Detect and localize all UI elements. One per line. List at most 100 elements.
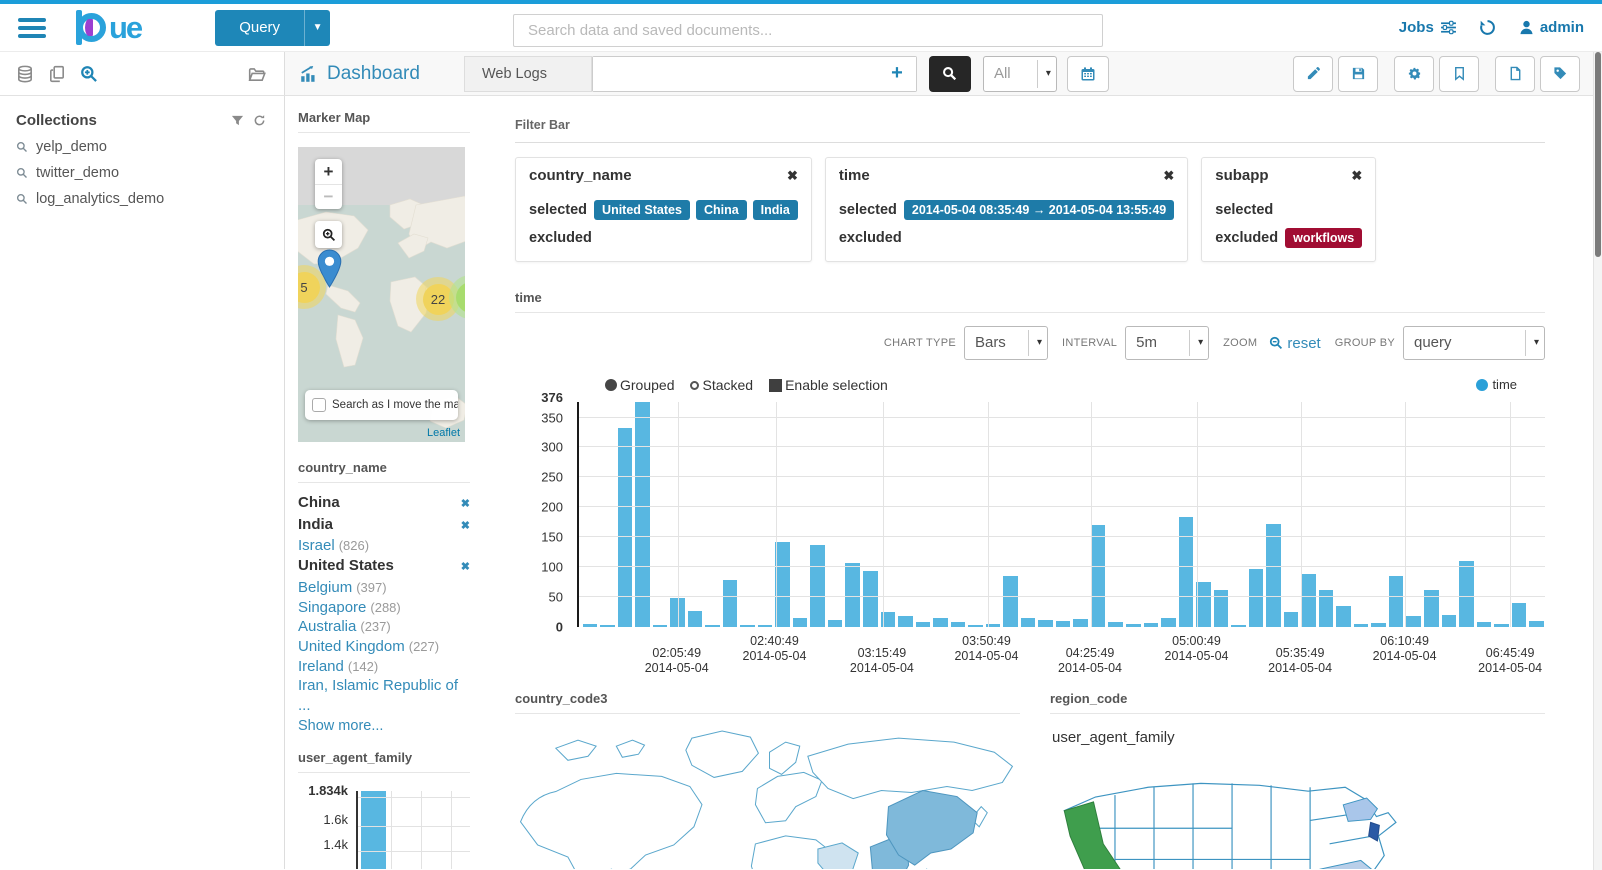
page-scrollbar[interactable] bbox=[1593, 52, 1602, 870]
time-bar[interactable] bbox=[635, 402, 650, 627]
us-map[interactable] bbox=[1050, 758, 1418, 869]
enable-selection-checkbox[interactable]: Enable selection bbox=[769, 377, 888, 393]
new-document-button[interactable] bbox=[1495, 56, 1535, 92]
add-widget-button[interactable]: + bbox=[878, 57, 916, 91]
remove-facet-icon[interactable]: ✖ bbox=[461, 495, 470, 515]
filter-funnel-icon[interactable] bbox=[231, 114, 244, 127]
time-bar[interactable] bbox=[1406, 616, 1421, 627]
documents-icon[interactable] bbox=[48, 65, 66, 83]
filter-tag[interactable]: 2014-05-04 08:35:49 → 2014-05-04 13:55:4… bbox=[904, 200, 1174, 220]
time-bar[interactable] bbox=[1091, 525, 1106, 627]
engine-select[interactable]: All bbox=[983, 56, 1057, 92]
time-bar[interactable] bbox=[898, 616, 913, 627]
time-bar[interactable] bbox=[1266, 524, 1281, 627]
time-bar[interactable] bbox=[933, 618, 948, 627]
close-icon[interactable]: ✖ bbox=[1133, 168, 1174, 184]
time-bar[interactable] bbox=[618, 428, 633, 627]
time-bar[interactable] bbox=[1196, 582, 1211, 627]
chart-type-select[interactable]: Bars bbox=[964, 326, 1048, 360]
remove-facet-icon[interactable]: ✖ bbox=[461, 517, 470, 537]
marker-map[interactable]: + − 5 22 2 Search bbox=[298, 147, 465, 442]
collection-selector[interactable]: Web Logs bbox=[464, 56, 592, 92]
time-bar[interactable] bbox=[1021, 618, 1036, 627]
close-icon[interactable]: ✖ bbox=[757, 168, 798, 184]
collection-item[interactable]: twitter_demo bbox=[16, 165, 266, 181]
facet-value-link[interactable]: Belgium bbox=[298, 578, 352, 598]
time-bar[interactable] bbox=[1284, 612, 1299, 627]
time-bar[interactable] bbox=[688, 611, 703, 627]
radio-selected-icon bbox=[605, 379, 617, 391]
interval-select[interactable]: 5m bbox=[1125, 326, 1209, 360]
remove-facet-icon[interactable]: ✖ bbox=[461, 558, 470, 578]
time-bar[interactable] bbox=[845, 563, 860, 627]
time-bar[interactable] bbox=[1301, 574, 1316, 627]
time-bar[interactable] bbox=[1336, 606, 1351, 627]
close-icon[interactable]: ✖ bbox=[1321, 168, 1362, 184]
facet-value-link[interactable]: United Kingdom bbox=[298, 637, 405, 657]
facet-value-link[interactable]: Israel bbox=[298, 536, 335, 556]
time-bar[interactable] bbox=[1442, 615, 1457, 627]
group-by-select[interactable]: query bbox=[1403, 326, 1545, 360]
time-bar[interactable] bbox=[863, 571, 878, 627]
stacked-radio[interactable]: Stacked bbox=[690, 377, 753, 393]
map-magnify-button[interactable] bbox=[315, 221, 342, 248]
time-bar[interactable] bbox=[793, 618, 808, 627]
filter-tag[interactable]: India bbox=[753, 200, 798, 220]
world-map[interactable] bbox=[515, 726, 1020, 869]
user-menu[interactable]: admin bbox=[1518, 19, 1584, 36]
show-more-link[interactable]: Show more... bbox=[298, 718, 470, 734]
edit-dashboard-button[interactable] bbox=[1293, 56, 1333, 92]
zoom-in-icon[interactable] bbox=[80, 65, 98, 83]
zoom-out-icon[interactable] bbox=[1269, 336, 1283, 350]
time-bar[interactable] bbox=[1038, 620, 1053, 627]
filter-tag[interactable]: China bbox=[696, 200, 747, 220]
dashboard-search-button[interactable] bbox=[929, 56, 971, 92]
series-legend[interactable]: time bbox=[1476, 377, 1517, 392]
jobs-link[interactable]: Jobs bbox=[1399, 19, 1457, 36]
time-bar[interactable] bbox=[1389, 576, 1404, 627]
calendar-button[interactable] bbox=[1067, 56, 1109, 92]
map-zoom-out-button[interactable]: − bbox=[315, 184, 342, 209]
filter-tag[interactable]: United States bbox=[594, 200, 690, 220]
time-bar[interactable] bbox=[775, 542, 790, 627]
history-icon[interactable] bbox=[1479, 19, 1496, 36]
time-bar[interactable] bbox=[1073, 619, 1088, 627]
map-zoom-in-button[interactable]: + bbox=[315, 159, 342, 184]
bookmark-button[interactable] bbox=[1439, 56, 1479, 92]
settings-button[interactable] bbox=[1394, 56, 1434, 92]
time-bar[interactable] bbox=[810, 545, 825, 627]
global-search-input[interactable] bbox=[513, 14, 1103, 47]
refresh-icon[interactable] bbox=[253, 114, 266, 127]
time-bar[interactable] bbox=[723, 580, 738, 627]
facet-value-link[interactable]: Australia bbox=[298, 617, 356, 637]
filter-tag[interactable]: workflows bbox=[1285, 228, 1362, 248]
time-bar[interactable] bbox=[1161, 618, 1176, 627]
time-bar[interactable] bbox=[1512, 603, 1527, 627]
database-icon[interactable] bbox=[16, 65, 34, 83]
time-bar[interactable] bbox=[670, 598, 685, 627]
map-search-checkbox[interactable] bbox=[312, 398, 326, 412]
scrollbar-thumb[interactable] bbox=[1595, 52, 1601, 257]
leaflet-attribution-link[interactable]: Leaflet bbox=[427, 427, 460, 439]
time-bar[interactable] bbox=[1249, 569, 1264, 627]
query-button[interactable]: Query ▼ bbox=[215, 10, 330, 46]
time-bar[interactable] bbox=[1179, 517, 1194, 627]
zoom-reset-link[interactable]: reset bbox=[1287, 335, 1320, 352]
facet-value-link[interactable]: Ireland bbox=[298, 657, 344, 677]
hue-logo[interactable]: ue bbox=[76, 12, 141, 43]
time-bar[interactable] bbox=[1459, 561, 1474, 627]
tags-button[interactable] bbox=[1540, 56, 1580, 92]
collection-item[interactable]: yelp_demo bbox=[16, 139, 266, 155]
user-agent-bar[interactable] bbox=[361, 791, 386, 869]
collection-item[interactable]: log_analytics_demo bbox=[16, 191, 266, 207]
time-bar[interactable] bbox=[1003, 576, 1018, 627]
time-bar[interactable] bbox=[828, 620, 843, 627]
query-dropdown-caret[interactable]: ▼ bbox=[304, 10, 330, 46]
save-dashboard-button[interactable] bbox=[1338, 56, 1378, 92]
dashboard-search-input[interactable] bbox=[593, 57, 878, 91]
grouped-radio[interactable]: Grouped bbox=[605, 377, 674, 393]
facet-value-link[interactable]: Singapore bbox=[298, 598, 366, 618]
menu-icon[interactable] bbox=[18, 14, 46, 42]
facet-value-link[interactable]: Iran, Islamic Republic of ... bbox=[298, 676, 470, 715]
folder-icon[interactable] bbox=[248, 65, 266, 83]
